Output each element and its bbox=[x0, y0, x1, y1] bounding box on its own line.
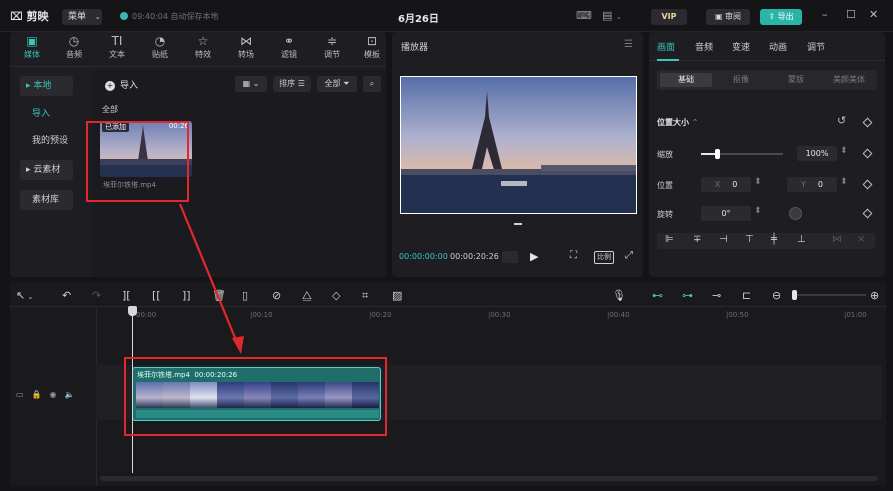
annotation-arrow bbox=[178, 203, 244, 354]
arrow-line bbox=[178, 203, 240, 346]
app-window: ⌧ 剪映 菜单 ⌄ 09:40:04 自动保存本地 6月26日 ⌨ ▤ ⌄ VI… bbox=[0, 0, 893, 491]
arrow-head bbox=[232, 336, 244, 354]
